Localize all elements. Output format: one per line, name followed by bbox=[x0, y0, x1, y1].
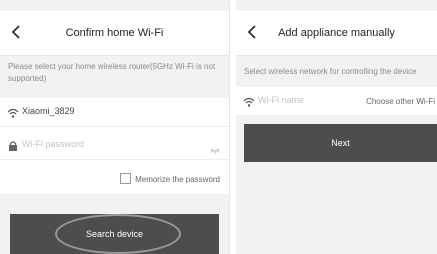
ssid-value: Xiaomi_3829 bbox=[22, 106, 75, 116]
checkbox-unchecked[interactable] bbox=[120, 173, 132, 184]
password-row[interactable]: Wi-Fi password bbox=[0, 131, 229, 160]
ssid-row[interactable]: Xiaomi_3829 bbox=[0, 98, 229, 127]
choose-other-wifi-link[interactable]: Choose other Wi-Fi bbox=[366, 97, 435, 106]
page-title: Add appliance manually bbox=[278, 27, 395, 39]
header: Add appliance manually bbox=[236, 11, 437, 56]
wifi-name-row[interactable]: Wi-Fi name Choose other Wi-Fi bbox=[236, 87, 437, 115]
router-hint: Please select your home wireless router(… bbox=[8, 62, 216, 83]
memorize-label: Memorize the password bbox=[135, 175, 220, 184]
header: Confirm home Wi-Fi bbox=[0, 11, 229, 56]
eye-off-icon[interactable] bbox=[210, 141, 220, 154]
confirm-wifi-screen: Confirm home Wi-Fi Please select your ho… bbox=[0, 0, 230, 254]
lock-icon bbox=[7, 139, 19, 151]
wifi-icon bbox=[7, 106, 19, 118]
page-title: Confirm home Wi-Fi bbox=[65, 27, 164, 39]
wifi-name-field[interactable]: Wi-Fi name bbox=[258, 95, 304, 105]
memorize-password-toggle[interactable]: Memorize the password bbox=[120, 173, 220, 184]
wifi-form: Xiaomi_3829 Wi-Fi password Memorize the … bbox=[0, 98, 229, 194]
next-button[interactable]: Next bbox=[244, 124, 437, 162]
password-field[interactable]: Wi-Fi password bbox=[22, 139, 84, 149]
add-appliance-screen: Add appliance manually Select wireless n… bbox=[236, 0, 437, 254]
search-device-button[interactable]: Search device bbox=[10, 214, 219, 254]
wifi-icon bbox=[243, 95, 255, 107]
network-hint: Select wireless network for controlling … bbox=[244, 67, 417, 76]
